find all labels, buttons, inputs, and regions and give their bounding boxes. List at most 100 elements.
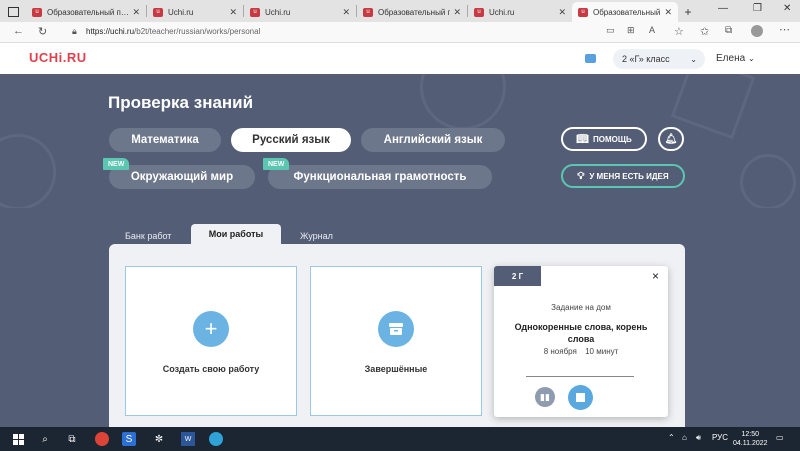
profile-avatar[interactable] (751, 25, 763, 37)
help-button[interactable]: 📖︎ ПОМОЩЬ (561, 127, 647, 151)
close-icon[interactable]: × (652, 269, 659, 283)
class-selector[interactable]: 2 «Г» класс ⌄ (613, 49, 705, 69)
word-icon[interactable]: W (181, 432, 195, 446)
close-tab-icon[interactable]: ✕ (132, 7, 140, 18)
favorites-icon[interactable]: ✩ (700, 25, 709, 38)
tray-chevron-icon[interactable]: ⌃ (668, 433, 675, 442)
idea-button[interactable]: 💡︎ У МЕНЯ ЕСТЬ ИДЕЯ (561, 164, 685, 188)
new-badge: NEW (263, 158, 290, 170)
minimize-icon[interactable]: — (718, 3, 728, 14)
tab-title: Uchi.ru (489, 7, 515, 17)
lock-icon[interactable]: 🔒︎ (72, 26, 77, 37)
subject-english[interactable]: Английский язык (361, 128, 505, 152)
archive-icon (378, 311, 414, 347)
network-icon[interactable]: ⌂ (682, 433, 687, 442)
create-work-label: Создать свою работу (162, 364, 260, 374)
book-icon: 📖︎ (576, 133, 589, 145)
skype-icon[interactable]: S (122, 432, 136, 446)
restore-icon[interactable]: ❐ (753, 3, 762, 14)
uchi-favicon-icon: u (474, 7, 484, 17)
assignment-duration: 10 минут (585, 347, 619, 356)
user-menu[interactable]: Елена ⌄ (716, 53, 755, 64)
chevron-down-icon: ⌄ (690, 54, 697, 64)
close-window-icon[interactable]: ✕ (783, 3, 791, 14)
clock[interactable]: 12:50 04.11.2022 (733, 430, 768, 448)
new-tab-button[interactable]: + (678, 2, 698, 22)
subject-math[interactable]: Математика (109, 128, 221, 152)
url-field[interactable]: https://uchi.ru/b2t/teacher/russian/work… (86, 27, 260, 36)
tab-actions-button[interactable] (0, 2, 26, 22)
edge-icon[interactable] (209, 432, 223, 446)
notifications-icon[interactable]: ▭ (776, 433, 784, 442)
network-app-icon[interactable]: ✼ (152, 432, 166, 446)
search-icon[interactable]: ⌕ (38, 432, 52, 446)
subject-literacy[interactable]: Функциональная грамотность (268, 165, 492, 189)
refresh-icon[interactable]: ↻ (38, 25, 47, 38)
tab-title: Образовательный п… (47, 7, 129, 17)
clock-time: 12:50 (741, 431, 760, 438)
hero-section: Проверка знаний Математика Русский язык … (0, 74, 800, 208)
decorative-circle (420, 74, 506, 130)
favorite-star-icon[interactable]: ☆ (674, 25, 684, 38)
lightbulb-icon: 💡︎ (577, 170, 585, 182)
close-tab-icon[interactable]: ✕ (342, 7, 350, 18)
windows-taskbar: ⌕ ⧉ S ✼ W ⌃ ⌂ 🔊︎ РУС 12:50 04.11.2022 ▭ (0, 427, 800, 451)
close-tab-icon[interactable]: ✕ (229, 7, 237, 18)
idea-button-label: У МЕНЯ ЕСТЬ ИДЕЯ (589, 171, 669, 181)
user-name: Елена (716, 53, 746, 64)
assignment-type: Задание на дом (551, 303, 611, 312)
language-indicator[interactable]: РУС (712, 433, 728, 442)
browser-tab-active[interactable]: u Образовательный п… ✕ (572, 2, 678, 22)
collections-icon[interactable]: ⧉ (725, 25, 732, 36)
more-menu-icon[interactable]: ⋯ (779, 23, 790, 36)
site-header: UCHi.RU 2 «Г» класс ⌄ Елена ⌄ (0, 43, 800, 74)
close-tab-icon[interactable]: ✕ (558, 7, 566, 18)
completed-card[interactable]: Завершённые (310, 266, 482, 416)
tab-bank[interactable]: Банк работ (125, 231, 171, 241)
stats-button[interactable]: ▮▮ (535, 387, 555, 407)
bar-chart-icon: ▮▮ (540, 391, 550, 402)
subject-russian[interactable]: Русский язык (231, 128, 351, 152)
new-badge: NEW (103, 158, 130, 170)
clock-date: 04.11.2022 (733, 440, 768, 447)
chrome-icon[interactable] (95, 432, 109, 446)
app-icon[interactable]: ⊞ (627, 25, 635, 36)
plus-icon: + (193, 311, 229, 347)
chat-icon[interactable] (585, 54, 596, 63)
read-aloud-icon[interactable]: A (649, 25, 655, 35)
browser-tab[interactable]: u Uchi.ru ✕ (147, 2, 243, 22)
subject-world[interactable]: Окружающий мир (109, 165, 255, 189)
uchi-logo[interactable]: UCHi.RU (29, 50, 87, 65)
browser-tab[interactable]: u Образовательный п… ✕ (26, 2, 146, 22)
back-arrow-icon[interactable]: ← (13, 25, 24, 37)
create-work-card[interactable]: + Создать свою работу (125, 266, 297, 416)
close-tab-icon[interactable]: ✕ (664, 7, 672, 18)
assignment-title: Однокоренные слова, корень слова (514, 322, 648, 344)
stop-button[interactable] (568, 385, 593, 410)
decorative-circle (740, 154, 796, 208)
browser-tab[interactable]: u Uchi.ru ✕ (468, 2, 572, 22)
volume-icon[interactable]: 🔊︎ (696, 433, 701, 443)
tab-actions-icon (7, 7, 19, 17)
close-tab-icon[interactable]: ✕ (453, 7, 461, 18)
uchi-favicon-icon: u (32, 7, 42, 17)
browser-tab[interactable]: u Uchi.ru ✕ (244, 2, 356, 22)
browser-tab[interactable]: u Образовательный п… ✕ (357, 2, 467, 22)
decorative-circle (0, 134, 56, 208)
windows-start-icon[interactable] (11, 432, 25, 446)
tab-title: Образовательный п… (378, 7, 451, 17)
reader-mode-icon[interactable]: ▭ (606, 25, 615, 36)
task-view-icon[interactable]: ⧉ (65, 432, 79, 446)
uchi-favicon-icon: u (578, 7, 588, 17)
browser-tab-bar: u Образовательный п… ✕ u Uchi.ru ✕ u Uch… (0, 0, 800, 22)
url-path: /b2t/teacher/russian/works/personal (134, 27, 261, 36)
notifications-button[interactable]: 🔔︎ (658, 127, 684, 151)
works-section: Банк работ Мои работы Журнал + Создать с… (0, 208, 800, 427)
tab-title: Uchi.ru (168, 7, 194, 17)
uchi-favicon-icon: u (153, 7, 163, 17)
tab-my-works[interactable]: Мои работы (191, 224, 281, 244)
bell-icon: 🔔︎ (664, 133, 678, 145)
url-host: https://uchi.ru (86, 27, 135, 36)
address-bar: ← ↻ 🔒︎ https://uchi.ru/b2t/teacher/russi… (0, 22, 800, 43)
tab-journal[interactable]: Журнал (300, 231, 333, 241)
